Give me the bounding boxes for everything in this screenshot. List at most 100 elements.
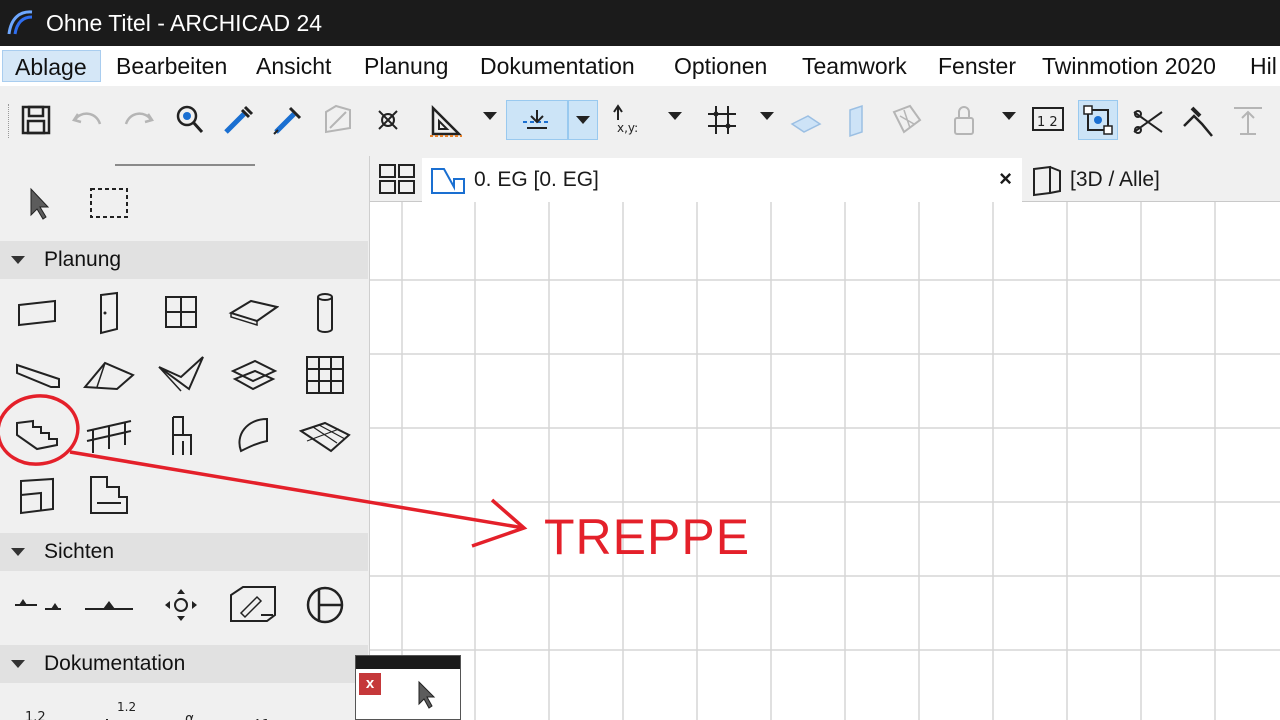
column-tool-icon[interactable]: [296, 286, 354, 340]
skylight-tool-icon[interactable]: [224, 348, 282, 402]
element-snap-icon[interactable]: [368, 100, 408, 140]
curtain-wall-tool-icon[interactable]: [296, 348, 354, 402]
save-icon[interactable]: [16, 100, 56, 140]
menu-dokumentation[interactable]: Dokumentation: [480, 50, 635, 82]
section-label: Planung: [44, 248, 122, 271]
menu-ansicht[interactable]: Ansicht: [256, 50, 331, 82]
section-label: Sichten: [44, 540, 115, 563]
surface-icon[interactable]: [786, 100, 826, 140]
tab-3d-view[interactable]: [3D / Alle]: [1026, 158, 1276, 202]
arrow-select-tool-icon[interactable]: [10, 176, 68, 230]
trim-icon[interactable]: [1128, 100, 1168, 140]
tab-close-icon[interactable]: ×: [999, 166, 1012, 192]
tab-floor-plan-label: 0. EG [0. EG]: [474, 168, 599, 191]
gravity-dropdown-icon[interactable]: [568, 100, 598, 140]
elevation-dimension-tool-icon[interactable]: [296, 692, 354, 720]
toolbox-grip[interactable]: [115, 164, 255, 166]
palette-close-button[interactable]: x: [359, 673, 381, 695]
grid-snap-icon[interactable]: [702, 100, 742, 140]
menu-optionen[interactable]: Optionen: [674, 50, 767, 82]
mesh-tool-icon[interactable]: [296, 408, 354, 462]
section-label: Dokumentation: [44, 652, 186, 675]
collapse-triangle-icon: [11, 548, 25, 556]
level-dimension-tool-icon[interactable]: 1.2: [80, 692, 138, 720]
object-tool-icon[interactable]: [152, 408, 210, 462]
svg-text:x,y:: x,y:: [617, 121, 638, 135]
stair-tool-icon[interactable]: [8, 408, 66, 462]
radial-dimension-tool-icon[interactable]: A1: [224, 692, 282, 720]
shell-tool-icon[interactable]: [152, 348, 210, 402]
palette-header[interactable]: [356, 656, 460, 669]
door-tool-icon[interactable]: [80, 286, 138, 340]
view-tab-bar: 0. EG [0. EG] × [3D / Alle]: [370, 156, 1280, 202]
section-dokumentation[interactable]: Dokumentation: [0, 645, 368, 683]
dimension-icon[interactable]: 1 2: [1028, 100, 1068, 140]
annotation-label: TREPPE: [544, 509, 751, 565]
find-select-icon[interactable]: [170, 100, 210, 140]
zone-tool-icon[interactable]: [8, 468, 66, 522]
gravity-icon[interactable]: [506, 100, 568, 140]
svg-text:α: α: [185, 711, 194, 720]
morph-tool-icon[interactable]: [224, 408, 282, 462]
coordinate-input-icon[interactable]: x,y:: [610, 100, 650, 140]
menu-planung[interactable]: Planung: [364, 50, 448, 82]
stair-schema-tool-icon[interactable]: [80, 468, 138, 522]
svg-text:1.2: 1.2: [25, 710, 46, 720]
section-tool-icon[interactable]: [8, 578, 66, 632]
coordinate-dropdown-icon[interactable]: [668, 112, 682, 120]
collapse-triangle-icon: [11, 256, 25, 264]
suspend-groups-icon[interactable]: [1078, 100, 1118, 140]
tab-3d-label: [3D / Alle]: [1070, 168, 1160, 191]
title-bar: Ohne Titel - ARCHICAD 24: [0, 0, 1280, 46]
dimension-tool-icon[interactable]: 1.2: [8, 692, 66, 720]
interior-elevation-tool-icon[interactable]: [152, 578, 210, 632]
guide-dropdown-icon[interactable]: [483, 112, 497, 120]
svg-text:1 2: 1 2: [1037, 115, 1058, 130]
section-planung[interactable]: Planung: [0, 241, 368, 279]
pick-up-parameters-icon[interactable]: [218, 100, 258, 140]
inject-parameters-icon[interactable]: [268, 100, 308, 140]
worksheet-tool-icon[interactable]: [224, 578, 282, 632]
layer-icon[interactable]: [886, 100, 926, 140]
roof-tool-icon[interactable]: [80, 348, 138, 402]
magic-wand-icon[interactable]: [318, 100, 358, 140]
detail-tool-icon[interactable]: [296, 578, 354, 632]
archicad-logo-icon: [7, 10, 33, 35]
wall-tool-icon[interactable]: [8, 286, 66, 340]
trace-icon[interactable]: [836, 100, 876, 140]
window-title: Ohne Titel - ARCHICAD 24: [46, 9, 323, 36]
menu-fenster[interactable]: Fenster: [938, 50, 1016, 82]
slab-tool-icon[interactable]: [224, 286, 282, 340]
tab-floor-plan[interactable]: 0. EG [0. EG] ×: [422, 158, 1022, 202]
elevation-tool-icon[interactable]: [80, 578, 138, 632]
menu-ablage[interactable]: Ablage: [2, 50, 101, 82]
window-tool-icon[interactable]: [152, 286, 210, 340]
floating-palette: x: [355, 655, 461, 720]
floor-plan-canvas[interactable]: [370, 202, 1280, 720]
toolbar-grip[interactable]: [8, 104, 10, 138]
railing-tool-icon[interactable]: [80, 408, 138, 462]
lock-icon[interactable]: [944, 100, 984, 140]
section-sichten[interactable]: Sichten: [0, 533, 368, 571]
menu-bearbeiten[interactable]: Bearbeiten: [116, 50, 227, 82]
redo-icon[interactable]: [118, 100, 158, 140]
tab-overview-icon[interactable]: [374, 160, 420, 198]
menu-teamwork[interactable]: Teamwork: [802, 50, 907, 82]
svg-text:1.2: 1.2: [117, 700, 135, 714]
drawing-grid: [370, 202, 1280, 720]
lock-dropdown-icon[interactable]: [1002, 112, 1016, 120]
palette-arrow-icon[interactable]: [414, 680, 438, 710]
beam-tool-icon[interactable]: [8, 348, 66, 402]
adjust-icon[interactable]: [1176, 100, 1216, 140]
menu-bar: Ablage Bearbeiten Ansicht Planung Dokume…: [0, 46, 1280, 86]
guide-line-icon[interactable]: [426, 100, 466, 140]
menu-twinmotion[interactable]: Twinmotion 2020: [1042, 50, 1216, 82]
collapse-triangle-icon: [11, 660, 25, 668]
3d-window-icon: [1033, 165, 1061, 197]
menu-hilfe[interactable]: Hil: [1250, 50, 1277, 82]
elevate-icon[interactable]: [1228, 100, 1268, 140]
grid-snap-dropdown-icon[interactable]: [760, 112, 774, 120]
angle-dimension-tool-icon[interactable]: α: [152, 692, 210, 720]
marquee-tool-icon[interactable]: [80, 176, 138, 230]
undo-icon[interactable]: [68, 100, 108, 140]
